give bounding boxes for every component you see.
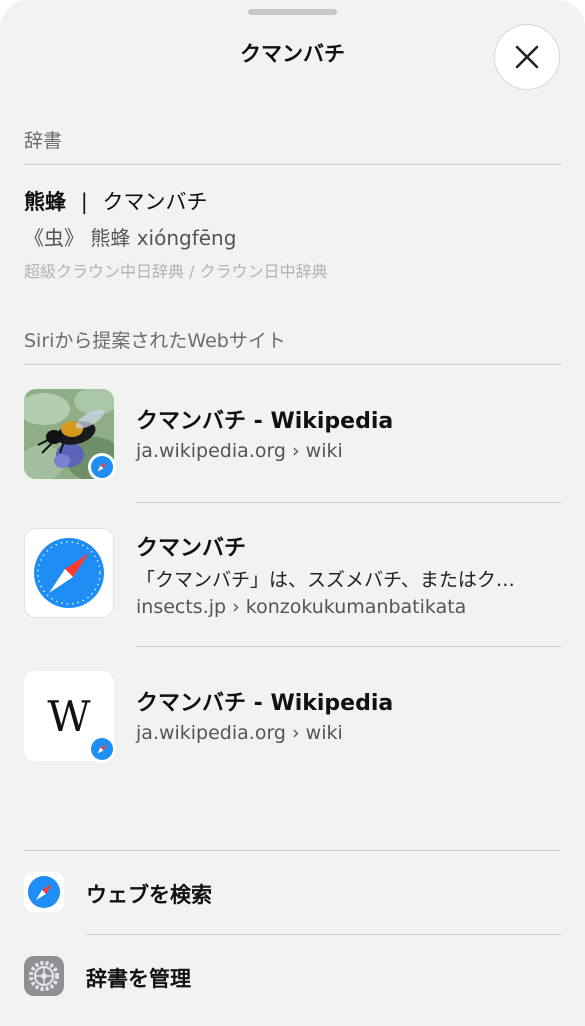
divider xyxy=(24,364,561,365)
result-url: ja.wikipedia.org › wiki xyxy=(136,440,343,462)
search-web-button[interactable]: ウェブを検索 xyxy=(0,851,585,935)
web-result-1[interactable]: クマンバチ - Wikipedia ja.wikipedia.org › wik… xyxy=(0,389,585,499)
dictionary-entry-headline[interactable]: 熊蜂 | クマンバチ xyxy=(24,186,207,216)
divider xyxy=(136,646,561,647)
safari-icon xyxy=(25,529,113,617)
dictionary-reading: クマンバチ xyxy=(102,190,208,214)
safari-badge-icon xyxy=(88,453,116,481)
manage-dictionaries-label: 辞書を管理 xyxy=(86,967,191,991)
safari-badge-icon xyxy=(88,735,116,763)
close-button[interactable] xyxy=(494,24,560,90)
result-title: クマンバチ xyxy=(136,536,247,561)
dictionary-definition: 《虫》 熊蜂 xióngfēng xyxy=(24,226,237,250)
result-snippet: 「クマンバチ」は、スズメバチ、またはク… xyxy=(136,569,515,591)
result-title: クマンバチ - Wikipedia xyxy=(136,409,394,434)
divider xyxy=(24,164,561,165)
settings-gear-icon xyxy=(24,956,64,996)
xmark-icon xyxy=(515,45,539,69)
dictionary-section-header: 辞書 xyxy=(24,130,63,152)
headword-separator: | xyxy=(80,190,88,214)
safari-icon xyxy=(24,872,64,912)
manage-dictionaries-button[interactable]: 辞書を管理 xyxy=(0,935,585,1019)
web-result-2[interactable]: クマンバチ 「クマンバチ」は、スズメバチ、またはク… insects.jp › … xyxy=(0,528,585,638)
lookup-sheet: クマンバチ 辞書 熊蜂 | クマンバチ 《虫》 熊蜂 xióngfēng 超級ク… xyxy=(0,0,585,1026)
web-section-header: Siriから提案されたWebサイト xyxy=(24,330,286,352)
dictionary-source: 超級クラウン中日辞典 / クラウン日中辞典 xyxy=(24,262,328,281)
sheet-grabber[interactable] xyxy=(248,9,337,15)
result-title: クマンバチ - Wikipedia xyxy=(136,691,394,716)
dictionary-headword: 熊蜂 xyxy=(24,190,66,214)
safari-app-thumbnail xyxy=(24,528,114,618)
result-url: insects.jp › konzokukumanbatikata xyxy=(136,596,467,618)
search-web-label: ウェブを検索 xyxy=(86,883,212,907)
web-result-3[interactable]: W クマンバチ - Wikipedia ja.wikipedia.org › w… xyxy=(0,671,585,781)
divider xyxy=(136,502,561,503)
result-url: ja.wikipedia.org › wiki xyxy=(136,722,343,744)
